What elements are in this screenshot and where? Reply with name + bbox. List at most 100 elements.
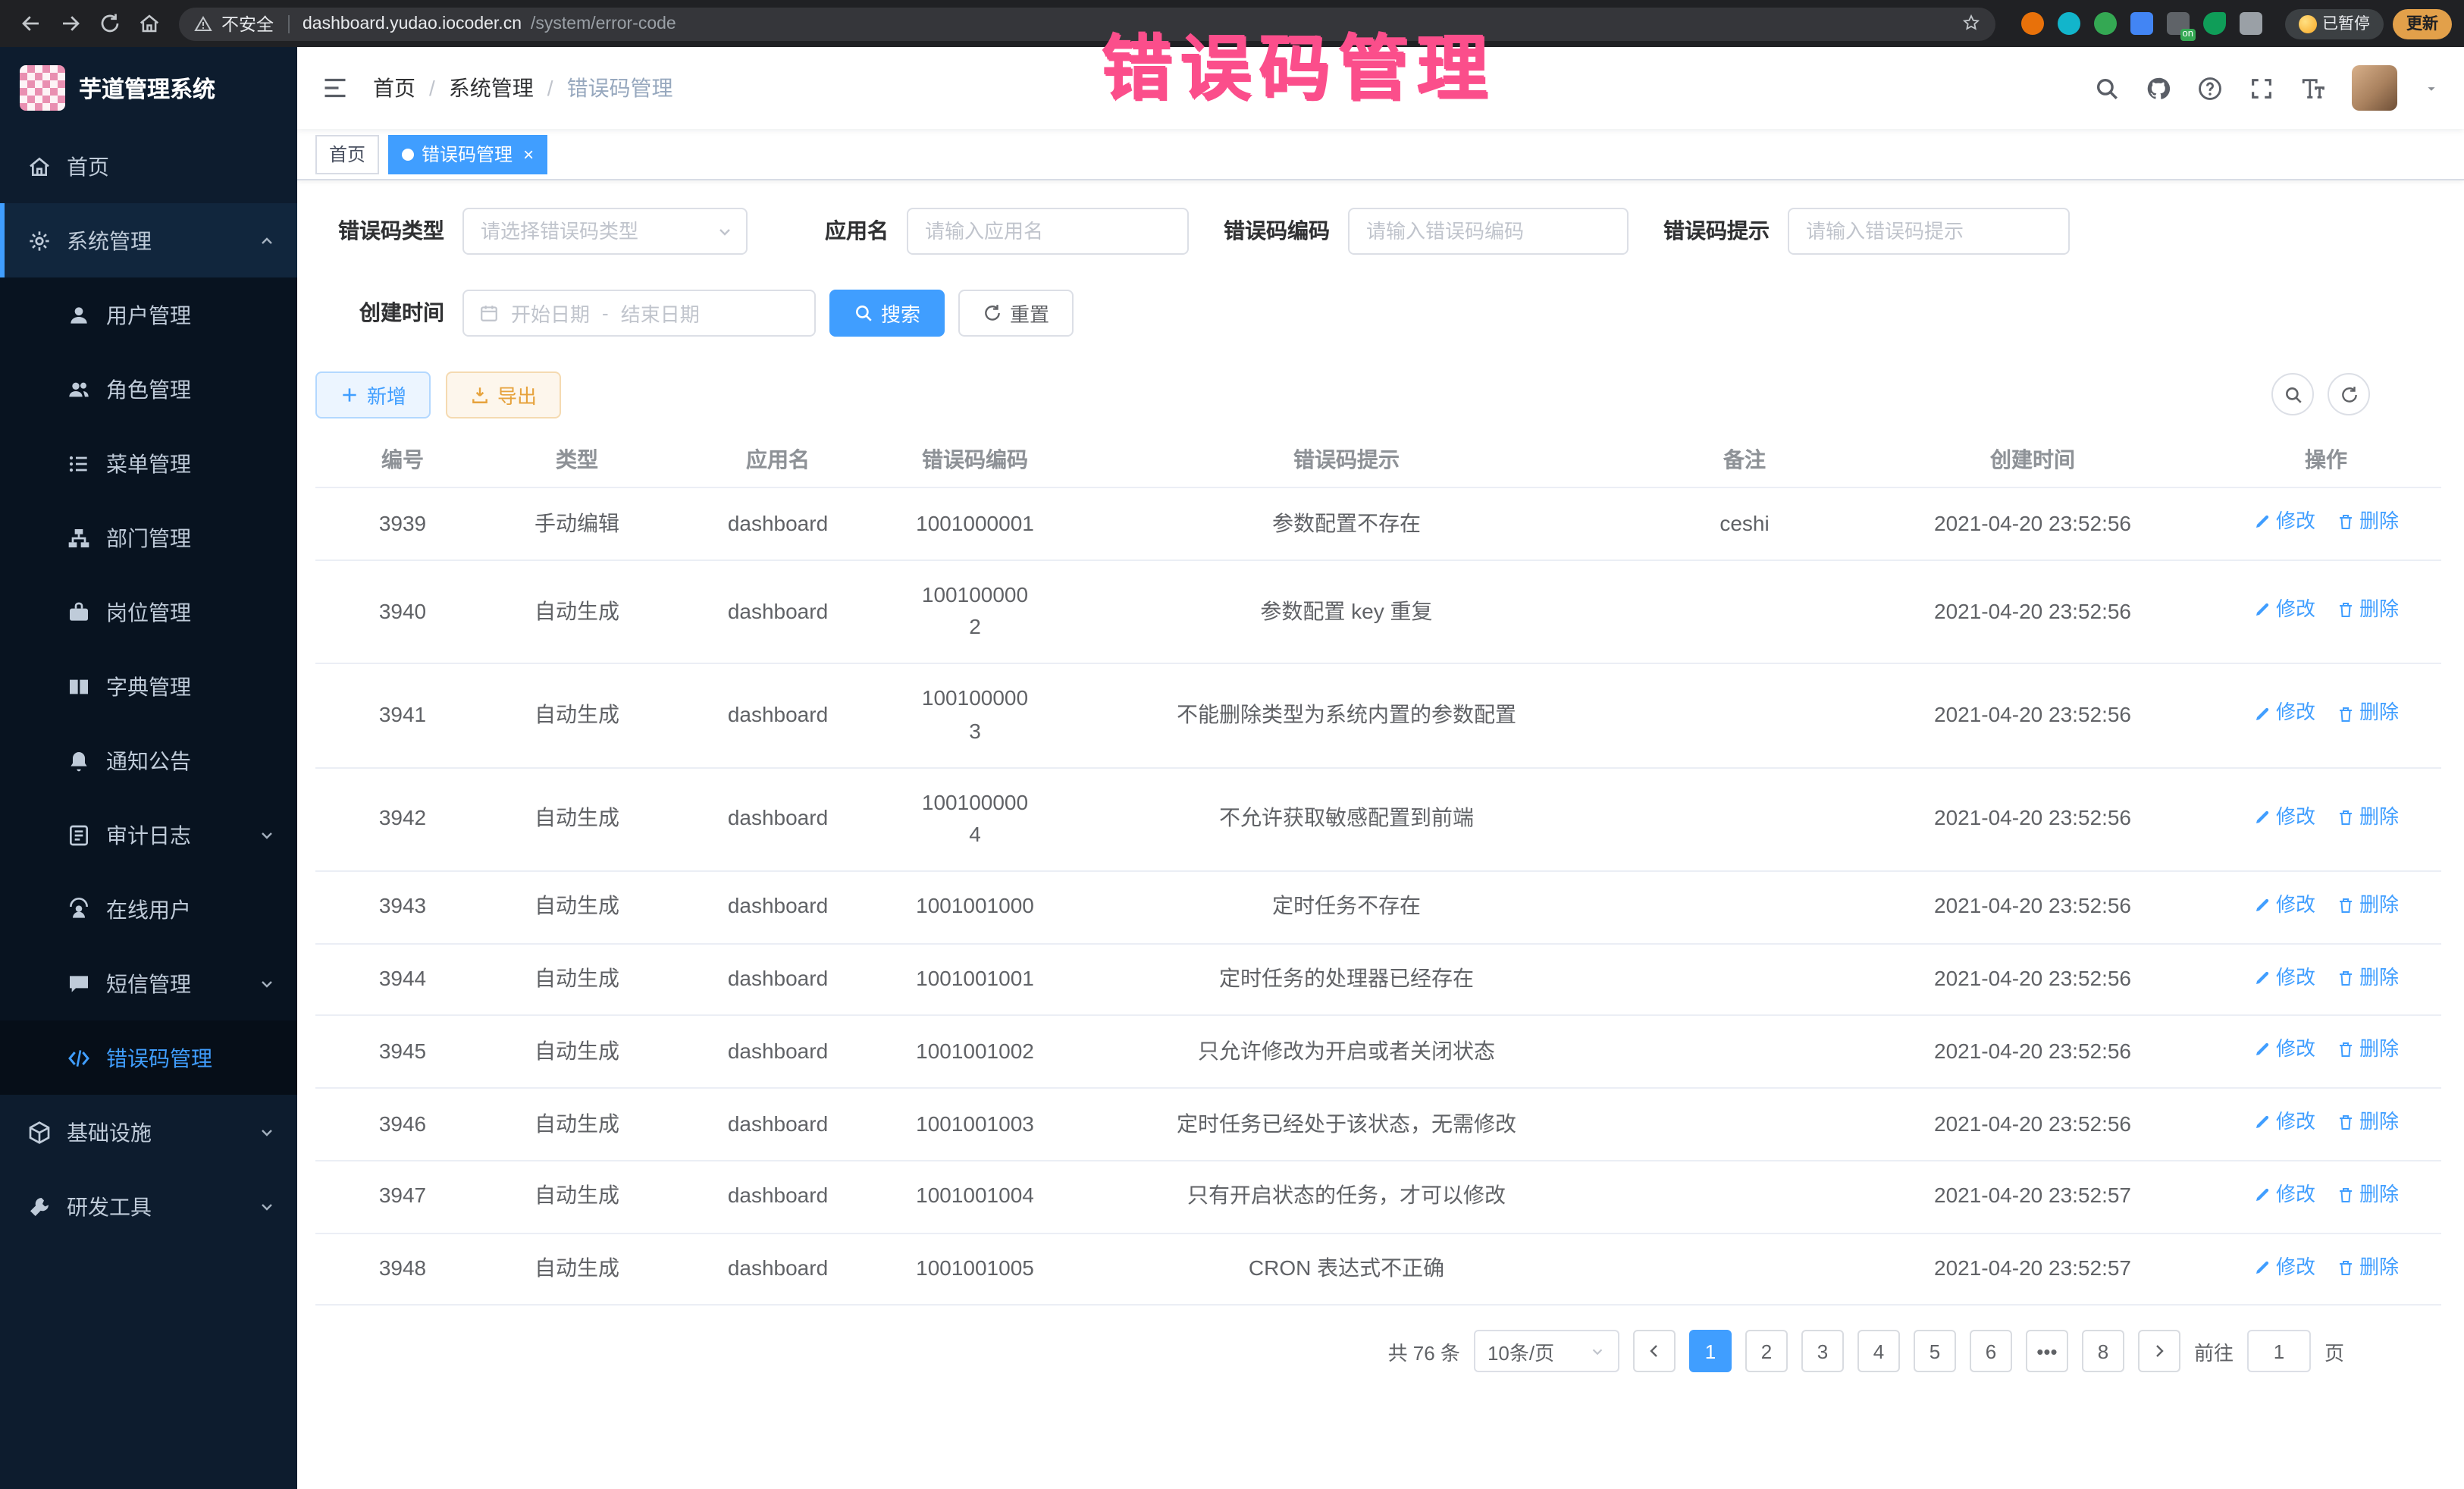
extension-icon[interactable] [2020, 12, 2043, 35]
search-icon[interactable] [2094, 75, 2120, 101]
pager-page-5[interactable]: 5 [1914, 1331, 1956, 1373]
delete-link[interactable]: 删除 [2337, 1252, 2399, 1282]
date-range-picker[interactable]: 开始日期 - 结束日期 [462, 289, 816, 336]
profile-paused-pill[interactable]: 已暂停 [2284, 8, 2384, 39]
pager-page-8[interactable]: 8 [2082, 1331, 2124, 1373]
prev-page-button[interactable] [1633, 1331, 1676, 1373]
hamburger-icon[interactable] [297, 74, 373, 102]
sidebar-item-6[interactable]: 岗位管理 [0, 575, 297, 649]
col-id: 编号 [315, 432, 490, 487]
pager-page-6[interactable]: 6 [1970, 1331, 2012, 1373]
cell-remark [1635, 1161, 1854, 1234]
browser-update-button[interactable]: 更新 [2393, 8, 2452, 39]
error-hint-input[interactable] [1788, 207, 2070, 254]
close-icon[interactable]: × [523, 143, 534, 165]
sidebar-item-2[interactable]: 用户管理 [0, 277, 297, 352]
cell-time: 2021-04-20 23:52:56 [1854, 943, 2211, 1016]
github-icon[interactable] [2146, 75, 2171, 101]
sidebar-item-9[interactable]: 审计日志 [0, 798, 297, 872]
edit-link[interactable]: 修改 [2253, 962, 2315, 992]
edit-link[interactable]: 修改 [2253, 802, 2315, 832]
breadcrumb-item[interactable]: 首页 [373, 73, 415, 103]
app-name-input[interactable] [907, 207, 1189, 254]
breadcrumb-item[interactable]: 系统管理 [449, 73, 534, 103]
col-actions: 操作 [2211, 432, 2441, 487]
sidebar-item-7[interactable]: 字典管理 [0, 649, 297, 723]
page-size-select[interactable]: 10条/页 [1474, 1331, 1619, 1373]
delete-label: 删除 [2359, 594, 2399, 625]
sidebar-item-4[interactable]: 菜单管理 [0, 426, 297, 500]
delete-label: 删除 [2359, 1035, 2399, 1065]
browser-home-button[interactable] [130, 5, 167, 42]
edit-link[interactable]: 修改 [2253, 594, 2315, 625]
delete-link[interactable]: 删除 [2337, 1107, 2399, 1137]
error-type-input[interactable] [462, 207, 748, 254]
font-size-icon[interactable] [2300, 75, 2326, 101]
chevron-down-icon [258, 1197, 276, 1215]
refresh-table-button[interactable] [2328, 373, 2370, 415]
edit-link[interactable]: 修改 [2253, 1180, 2315, 1210]
app-name-label: 应用名 [748, 215, 907, 246]
browser-reload-button[interactable] [91, 5, 127, 42]
sidebar-item-8[interactable]: 通知公告 [0, 723, 297, 798]
edit-link[interactable]: 修改 [2253, 1252, 2315, 1282]
error-code-input[interactable] [1348, 207, 1629, 254]
delete-link[interactable]: 删除 [2337, 506, 2399, 537]
extension-icon[interactable] [2202, 12, 2225, 35]
sidebar-item-5[interactable]: 部门管理 [0, 500, 297, 575]
sidebar-item-label: 部门管理 [106, 522, 191, 553]
search-button[interactable]: 搜索 [829, 289, 945, 336]
address-bar[interactable]: 不安全 dashboard.yudao.iocoder.cn/system/er… [179, 7, 1995, 40]
browser-forward-button[interactable] [52, 5, 88, 42]
toggle-search-button[interactable] [2271, 373, 2314, 415]
delete-link[interactable]: 删除 [2337, 962, 2399, 992]
edit-link[interactable]: 修改 [2253, 890, 2315, 920]
edit-link[interactable]: 修改 [2253, 698, 2315, 729]
extension-icon[interactable] [2130, 12, 2152, 35]
delete-link[interactable]: 删除 [2337, 1180, 2399, 1210]
user-avatar[interactable] [2352, 65, 2397, 111]
app-logo[interactable]: 芋道管理系统 [0, 47, 297, 129]
fullscreen-icon[interactable] [2249, 75, 2274, 101]
sidebar-item-1[interactable]: 系统管理 [0, 203, 297, 277]
chevron-down-icon[interactable] [2423, 80, 2440, 96]
tab-1[interactable]: 错误码管理× [388, 134, 547, 174]
delete-link[interactable]: 删除 [2337, 698, 2399, 729]
browser-back-button[interactable] [12, 5, 49, 42]
delete-link[interactable]: 删除 [2337, 802, 2399, 832]
pager-ellipsis[interactable]: ••• [2026, 1331, 2068, 1373]
add-button[interactable]: 新增 [315, 371, 431, 418]
chevron-down-icon [258, 826, 276, 844]
extension-icon[interactable]: on [2166, 12, 2189, 35]
pager-page-4[interactable]: 4 [1857, 1331, 1900, 1373]
sidebar-item-3[interactable]: 角色管理 [0, 352, 297, 426]
error-type-select[interactable] [462, 207, 748, 254]
tab-0[interactable]: 首页 [315, 134, 379, 174]
sidebar-item-10[interactable]: 在线用户 [0, 872, 297, 946]
extension-icon[interactable] [2239, 12, 2262, 35]
delete-link[interactable]: 删除 [2337, 594, 2399, 625]
sidebar-item-11[interactable]: 短信管理 [0, 946, 297, 1020]
cell-time: 2021-04-20 23:52:56 [1854, 663, 2211, 767]
delete-link[interactable]: 删除 [2337, 1035, 2399, 1065]
edit-link[interactable]: 修改 [2253, 506, 2315, 537]
reset-button[interactable]: 重置 [958, 289, 1074, 336]
edit-link[interactable]: 修改 [2253, 1107, 2315, 1137]
export-button[interactable]: 导出 [446, 371, 561, 418]
pager-page-3[interactable]: 3 [1801, 1331, 1844, 1373]
bookmark-star-icon[interactable] [1961, 14, 1980, 33]
extension-icon[interactable] [2093, 12, 2116, 35]
sidebar-item-12[interactable]: 错误码管理 [0, 1020, 297, 1095]
sidebar-item-14[interactable]: 研发工具 [0, 1169, 297, 1243]
trash-icon [2337, 600, 2355, 619]
sidebar-item-13[interactable]: 基础设施 [0, 1095, 297, 1169]
sidebar-item-0[interactable]: 首页 [0, 129, 297, 203]
pager-page-2[interactable]: 2 [1745, 1331, 1788, 1373]
goto-page-input[interactable] [2247, 1331, 2311, 1373]
help-icon[interactable] [2197, 75, 2223, 101]
next-page-button[interactable] [2138, 1331, 2180, 1373]
pager-page-1[interactable]: 1 [1689, 1331, 1732, 1373]
extension-icon[interactable] [2057, 12, 2080, 35]
delete-link[interactable]: 删除 [2337, 890, 2399, 920]
edit-link[interactable]: 修改 [2253, 1035, 2315, 1065]
